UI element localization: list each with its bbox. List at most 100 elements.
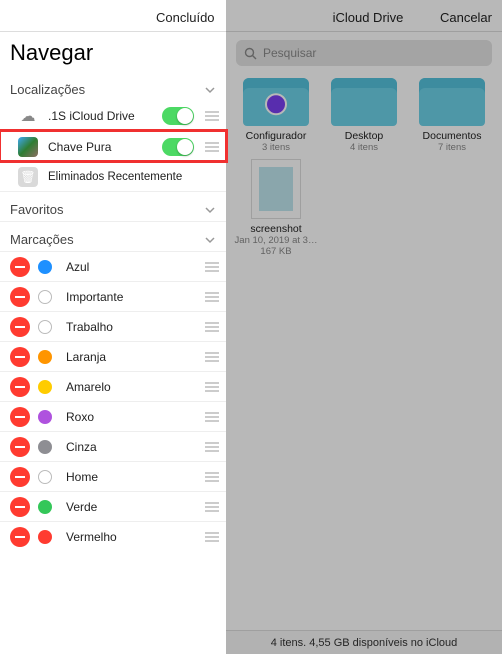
delete-icon[interactable] [10,527,30,547]
location-label: .1S iCloud Drive [48,109,162,123]
drag-handle-icon[interactable] [204,322,220,332]
delete-icon[interactable] [10,467,30,487]
trash-icon: 🗑 [18,167,38,187]
chevron-down-icon [204,204,216,216]
folder-name: Configurador [246,130,307,142]
delete-icon[interactable] [10,497,30,517]
file-size: 167 KB [260,246,291,257]
section-tags[interactable]: Marcações [0,221,226,251]
section-favorites[interactable]: Favoritos [0,191,226,221]
file-subtitle: Jan 10, 2019 at 3… [235,235,318,246]
tag-label: Verde [66,500,200,514]
folder-subtitle: 3 itens [262,142,290,153]
location-row-icloud[interactable]: ☁︎ .1S iCloud Drive [0,101,226,131]
tag-label: Trabalho [66,320,200,334]
drag-handle-icon[interactable] [204,472,220,482]
search-icon [244,47,257,60]
delete-icon[interactable] [10,317,30,337]
section-locations-label: Localizações [10,82,85,97]
folder-subtitle: 7 itens [438,142,466,153]
toggle-switch[interactable] [162,107,194,125]
tag-label: Laranja [66,350,200,364]
location-row-trash[interactable]: 🗑 Eliminados Recentemente [0,161,226,191]
section-favorites-label: Favoritos [10,202,63,217]
tag-label: Cinza [66,440,200,454]
section-locations[interactable]: Localizações [0,72,226,101]
cloud-icon: ☁︎ [18,106,38,126]
browse-title: Navegar [0,32,226,72]
location-label: Chave Pura [48,140,162,154]
content-pane: Pesquisar Configurador3 itensDesktop4 it… [226,32,502,654]
section-tags-label: Marcações [10,232,74,247]
location-row-chave-pura[interactable]: Chave Pura [0,131,226,161]
delete-icon[interactable] [10,377,30,397]
drag-handle-icon[interactable] [204,382,220,392]
search-input[interactable]: Pesquisar [236,40,492,66]
tag-row[interactable]: Roxo [0,401,226,431]
tag-label: Roxo [66,410,200,424]
search-placeholder: Pesquisar [263,46,316,60]
done-button[interactable]: Concluído [156,10,215,25]
sidebar: Navegar Localizações ☁︎ .1S iCloud Drive… [0,32,226,654]
tag-color-dot [38,260,52,274]
drag-handle-icon[interactable] [204,412,220,422]
header-title: iCloud Drive [333,10,404,25]
tag-color-dot [38,350,52,364]
file-item[interactable]: screenshotJan 10, 2019 at 3…167 KB [234,159,318,257]
file-name: screenshot [250,223,301,235]
cancel-button[interactable]: Cancelar [440,10,492,25]
folder-item[interactable]: Desktop4 itens [322,78,406,153]
tag-label: Vermelho [66,530,200,544]
folder-badge [265,93,287,115]
folder-name: Desktop [345,130,384,142]
tag-row[interactable]: Verde [0,491,226,521]
tag-color-dot [38,410,52,424]
delete-icon[interactable] [10,347,30,367]
chevron-down-icon [204,234,216,246]
tag-color-dot [38,500,52,514]
location-label: Eliminados Recentemente [48,171,220,183]
tag-row[interactable]: Trabalho [0,311,226,341]
tag-label: Amarelo [66,380,200,394]
folder-subtitle: 4 itens [350,142,378,153]
tag-row[interactable]: Home [0,461,226,491]
tag-row[interactable]: Laranja [0,341,226,371]
chevron-down-icon [204,84,216,96]
tag-row[interactable]: Importante [0,281,226,311]
footer-status: 4 itens. 4,55 GB disponíveis no iCloud [226,630,502,654]
tag-color-dot [38,320,52,334]
folder-icon [419,78,485,126]
tag-row[interactable]: Amarelo [0,371,226,401]
drag-handle-icon[interactable] [204,262,220,272]
file-thumbnail [251,159,301,219]
tag-row[interactable]: Cinza [0,431,226,461]
delete-icon[interactable] [10,287,30,307]
toggle-switch[interactable] [162,138,194,156]
tag-color-dot [38,440,52,454]
tag-color-dot [38,530,52,544]
delete-icon[interactable] [10,257,30,277]
tag-color-dot [38,380,52,394]
drag-handle-icon[interactable] [204,352,220,362]
drag-handle-icon[interactable] [204,502,220,512]
tag-label: Azul [66,260,200,274]
folder-item[interactable]: Configurador3 itens [234,78,318,153]
delete-icon[interactable] [10,407,30,427]
drag-handle-icon[interactable] [204,442,220,452]
tag-row[interactable]: Vermelho [0,521,226,551]
tag-row[interactable]: Azul [0,251,226,281]
folder-icon [243,78,309,126]
tag-label: Importante [66,290,200,304]
delete-icon[interactable] [10,437,30,457]
tag-label: Home [66,470,200,484]
drag-handle-icon[interactable] [204,292,220,302]
tag-color-dot [38,290,52,304]
folder-icon [331,78,397,126]
drag-handle-icon[interactable] [204,142,220,152]
drag-handle-icon[interactable] [204,532,220,542]
drag-handle-icon[interactable] [204,111,220,121]
folder-name: Documentos [423,130,482,142]
top-header: Concluído iCloud Drive Cancelar [0,0,502,32]
folder-item[interactable]: Documentos7 itens [410,78,494,153]
tag-color-dot [38,470,52,484]
